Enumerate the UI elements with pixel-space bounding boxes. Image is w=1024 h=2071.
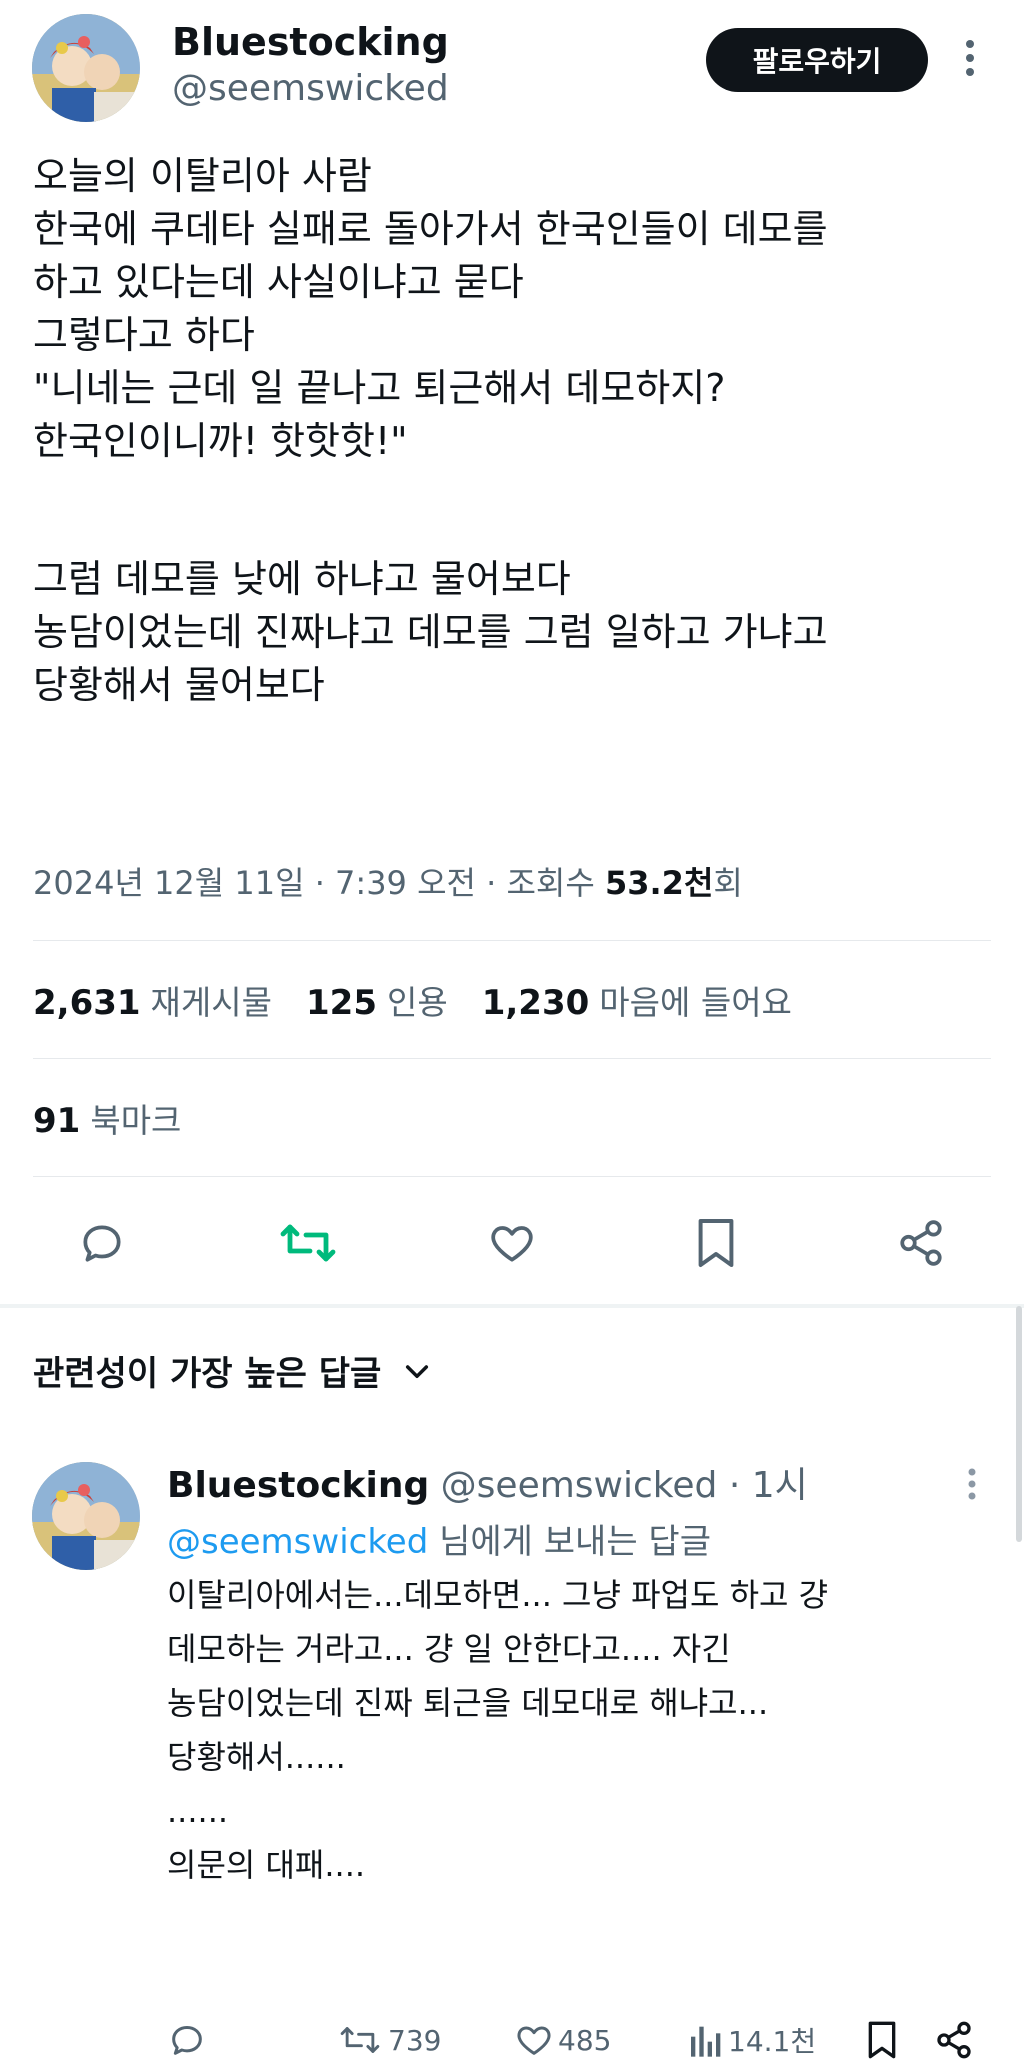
reply-line: 의문의 대패.... <box>167 1846 366 1884</box>
scrollbar[interactable] <box>1016 1306 1022 1542</box>
reply-like-count: 485 <box>558 2023 612 2057</box>
author-handle[interactable]: @seemswicked <box>172 68 449 109</box>
quote-label[interactable]: 인용 <box>387 976 448 1024</box>
retweet-icon[interactable] <box>280 1218 336 1268</box>
bookmark-stats[interactable]: 91 북마크 <box>33 1094 215 1142</box>
reply-header: Bluestocking @seemswicked · 1시 <box>167 1456 808 1508</box>
heart-icon[interactable] <box>486 1218 538 1268</box>
reply-time[interactable]: · 1시 <box>729 1465 808 1506</box>
reply-retweet-button[interactable]: 739 <box>340 2020 441 2060</box>
bookmark-count: 91 <box>33 1101 81 1141</box>
reply-author-name[interactable]: Bluestocking <box>167 1465 429 1506</box>
retweet-icon <box>340 2020 384 2060</box>
view-count: 53.2천 <box>604 864 714 902</box>
reply-line: 데모하는 거라고... 걍 일 안한다고.... 자긴 <box>167 1630 731 1668</box>
reply-line: 당황해서...... <box>167 1738 346 1776</box>
reply-icon <box>167 2020 207 2060</box>
reply-line: 이탈리아에서는...데모하면... 그냥 파업도 하고 걍 <box>167 1576 829 1614</box>
tweet-text: 오늘의 이탈리아 사람 한국에 쿠데타 실패로 돌아가서 한국인들이 데모를 하… <box>33 150 993 712</box>
replying-to-suffix: 님에게 보내는 답글 <box>428 1522 711 1562</box>
retweet-label[interactable]: 재게시물 <box>151 976 272 1024</box>
reply-author-handle[interactable]: @seemswicked <box>441 1465 718 1506</box>
reply-more-options-icon[interactable] <box>960 1464 984 1504</box>
reply-like-button[interactable]: 485 <box>514 2020 611 2060</box>
tweet-line: 농담이었는데 진짜냐고 데모를 그럼 일하고 가냐고 <box>33 610 828 654</box>
reply-author-avatar[interactable] <box>32 1462 140 1570</box>
tweet-timestamp[interactable]: 2024년 12월 11일 · 7:39 오전 · 조회수 53.2천회 <box>33 858 743 904</box>
like-count[interactable]: 1,230 <box>482 983 590 1023</box>
heart-icon <box>514 2020 554 2060</box>
reply-reply-button[interactable] <box>167 2020 207 2060</box>
tweet-line <box>33 468 993 553</box>
replying-to-mention[interactable]: @seemswicked <box>167 1522 428 1562</box>
follow-button[interactable]: 팔로우하기 <box>706 28 928 92</box>
tweet-line: 그렇다고 하다 <box>33 313 255 357</box>
bookmark-icon <box>862 2020 896 2060</box>
divider <box>33 1058 991 1059</box>
tweet-line: 당황해서 물어보다 <box>33 663 325 707</box>
section-divider <box>0 1304 1024 1308</box>
bookmark-icon[interactable] <box>694 1216 738 1270</box>
author-avatar[interactable] <box>32 14 140 122</box>
reply-retweet-count: 739 <box>388 2023 442 2057</box>
reply-line: 농담이었는데 진짜 퇴근을 데모대로 해냐고... <box>167 1684 769 1722</box>
tweet-line: 하고 있다는데 사실이냐고 묻다 <box>33 260 524 304</box>
like-label[interactable]: 마음에 들어요 <box>599 976 792 1024</box>
share-icon[interactable] <box>896 1218 946 1268</box>
view-suffix: 회 <box>713 864 743 902</box>
chevron-down-icon <box>401 1355 433 1387</box>
avatar-image <box>32 14 140 122</box>
replying-to: @seemswicked 님에게 보내는 답글 <box>167 1514 711 1563</box>
tweet-line: 한국인이니까! 핫핫핫!" <box>33 419 408 463</box>
reply-icon[interactable] <box>77 1218 127 1268</box>
avatar-image <box>32 1462 140 1570</box>
timestamp-text: 2024년 12월 11일 · 7:39 오전 · 조회수 <box>33 864 605 902</box>
quote-count[interactable]: 125 <box>306 983 377 1023</box>
tweet-line: 오늘의 이탈리아 사람 <box>33 154 372 198</box>
bookmark-label: 북마크 <box>90 1101 182 1140</box>
reply-bookmark-button[interactable] <box>862 2020 896 2060</box>
reply-text: 이탈리아에서는...데모하면... 그냥 파업도 하고 걍 데모하는 거라고..… <box>167 1568 987 1892</box>
divider <box>33 1176 991 1177</box>
reply-share-button[interactable] <box>934 2020 972 2060</box>
views-chart-icon <box>686 2020 722 2060</box>
author-name[interactable]: Bluestocking <box>172 20 449 64</box>
more-options-icon[interactable] <box>956 36 984 80</box>
tweet-line: 그럼 데모를 낮에 하냐고 물어보다 <box>33 557 571 601</box>
retweet-count[interactable]: 2,631 <box>33 983 141 1023</box>
reply-views-button[interactable]: 14.1천 <box>686 2020 816 2060</box>
share-icon <box>934 2020 972 2060</box>
divider <box>33 940 991 941</box>
replies-sort-label: 관련성이 가장 높은 답글 <box>33 1354 382 1394</box>
reply-line: ...... <box>167 1792 229 1830</box>
reply-view-count: 14.1천 <box>728 2025 817 2058</box>
replies-sort-dropdown[interactable]: 관련성이 가장 높은 답글 <box>33 1346 433 1395</box>
tweet-line: "니네는 근데 일 끝나고 퇴근해서 데모하지? <box>33 366 726 410</box>
tweet-line: 한국에 쿠데타 실패로 돌아가서 한국인들이 데모를 <box>33 207 828 251</box>
engagement-stats: 2,631 재게시물 125 인용 1,230 마음에 들어요 <box>33 976 826 1024</box>
